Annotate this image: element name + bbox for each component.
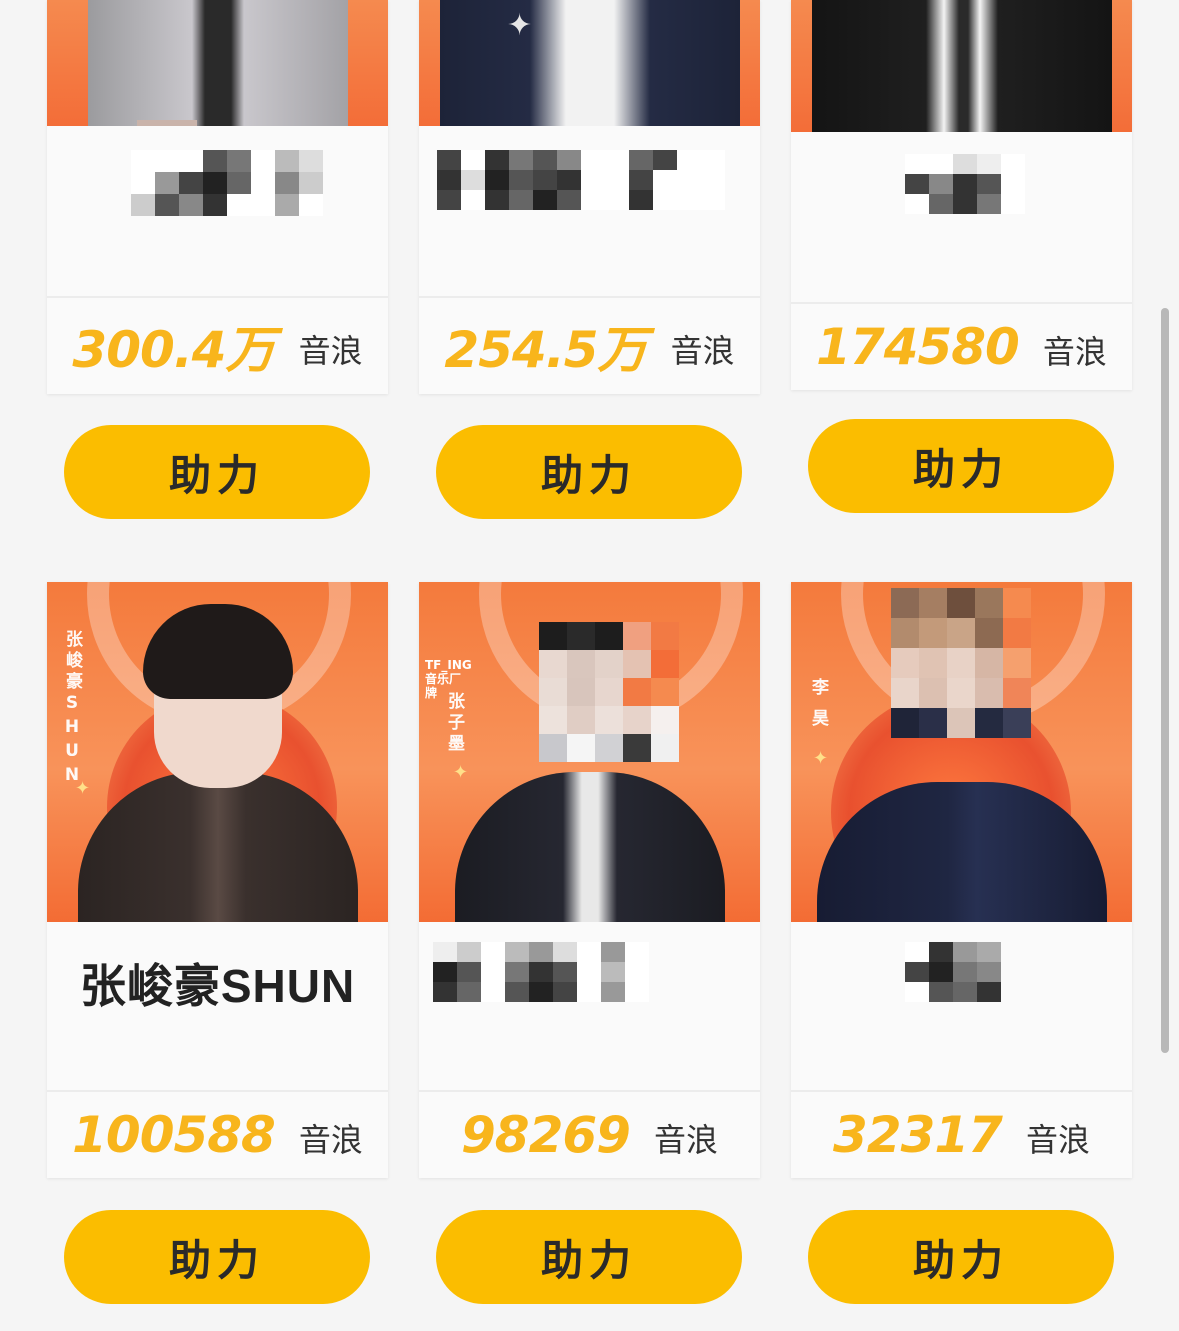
photo-figure bbox=[87, 0, 348, 126]
candidate-name-area bbox=[791, 922, 1132, 1092]
candidate-name-area bbox=[47, 126, 388, 298]
boost-button-3[interactable]: 助力 bbox=[808, 419, 1114, 513]
ranking-grid-page: 300.4万 音浪 助力 ✦ 254.5万 音浪 助力 174580 音浪 助力… bbox=[0, 0, 1179, 1331]
candidate-photo[interactable]: TF_ING 音乐厂牌 张子墨 ✦ bbox=[419, 582, 760, 922]
candidate-card-4[interactable]: 张峻豪SHUN ✦ 张峻豪SHUN 100588 音浪 bbox=[47, 582, 388, 1178]
sparkle-icon: ✦ bbox=[453, 762, 469, 783]
score-row: 300.4万 音浪 bbox=[47, 298, 388, 394]
boost-button-6[interactable]: 助力 bbox=[808, 1210, 1114, 1304]
score-row: 174580 音浪 bbox=[791, 304, 1132, 390]
candidate-name-area: 张峻豪SHUN bbox=[47, 922, 388, 1092]
score-row: 254.5万 音浪 bbox=[419, 298, 760, 394]
candidate-card-2[interactable]: ✦ 254.5万 音浪 bbox=[419, 0, 760, 394]
photo-name-label: 张子墨 bbox=[444, 692, 464, 755]
score-value: 100588 bbox=[72, 1106, 276, 1164]
candidate-card-3[interactable]: 174580 音浪 bbox=[791, 0, 1132, 390]
candidate-photo[interactable] bbox=[791, 0, 1132, 132]
score-unit: 音浪 bbox=[653, 1121, 718, 1159]
scrollbar[interactable] bbox=[1161, 308, 1169, 1053]
boost-button-5[interactable]: 助力 bbox=[436, 1210, 742, 1304]
score-row: 98269 音浪 bbox=[419, 1092, 760, 1178]
score-value: 98269 bbox=[461, 1106, 631, 1164]
obscured-name-mosaic bbox=[131, 150, 323, 216]
photo-figure bbox=[811, 0, 1112, 132]
photo-figure bbox=[439, 0, 740, 126]
score-value: 174580 bbox=[816, 318, 1020, 376]
score-value: 32317 bbox=[833, 1106, 1003, 1164]
candidate-photo[interactable] bbox=[47, 0, 388, 126]
photo-name-label: 李昊 bbox=[808, 678, 828, 740]
obscured-name-mosaic bbox=[437, 150, 725, 210]
boost-button-2[interactable]: 助力 bbox=[436, 425, 742, 519]
photo-figure bbox=[454, 772, 725, 922]
obscured-name-mosaic bbox=[905, 942, 1001, 1002]
candidate-photo[interactable]: 张峻豪SHUN ✦ bbox=[47, 582, 388, 922]
sparkle-icon: ✦ bbox=[813, 748, 829, 769]
photo-name-label: 张峻豪SHUN bbox=[62, 630, 82, 789]
candidate-name-area bbox=[419, 922, 760, 1092]
candidate-name: 张峻豪SHUN bbox=[79, 960, 356, 1012]
obscured-face-mosaic bbox=[891, 588, 1031, 738]
obscured-name-mosaic bbox=[905, 154, 1025, 214]
boost-button-1[interactable]: 助力 bbox=[64, 425, 370, 519]
score-row: 100588 音浪 bbox=[47, 1092, 388, 1178]
candidate-name-area bbox=[419, 126, 760, 298]
candidate-card-6[interactable]: 李昊 ✦ 32317 音浪 bbox=[791, 582, 1132, 1178]
score-unit: 音浪 bbox=[1025, 1121, 1090, 1159]
obscured-face-mosaic bbox=[539, 622, 679, 762]
score-unit: 音浪 bbox=[1042, 333, 1107, 371]
score-unit: 音浪 bbox=[670, 332, 735, 370]
score-row: 32317 音浪 bbox=[791, 1092, 1132, 1178]
candidate-photo[interactable]: ✦ bbox=[419, 0, 760, 126]
obscured-name-mosaic bbox=[433, 942, 649, 1002]
score-unit: 音浪 bbox=[298, 1121, 363, 1159]
candidate-card-5[interactable]: TF_ING 音乐厂牌 张子墨 ✦ 98269 音浪 bbox=[419, 582, 760, 1178]
candidate-photo[interactable]: 李昊 ✦ bbox=[791, 582, 1132, 922]
star-brooch-icon: ✦ bbox=[507, 8, 533, 43]
sparkle-icon: ✦ bbox=[75, 778, 91, 799]
score-unit: 音浪 bbox=[298, 332, 363, 370]
score-value: 254.5万 bbox=[444, 321, 647, 379]
score-value: 300.4万 bbox=[72, 321, 275, 379]
candidate-card-1[interactable]: 300.4万 音浪 bbox=[47, 0, 388, 394]
boost-button-4[interactable]: 助力 bbox=[64, 1210, 370, 1304]
candidate-name-area bbox=[791, 132, 1132, 304]
